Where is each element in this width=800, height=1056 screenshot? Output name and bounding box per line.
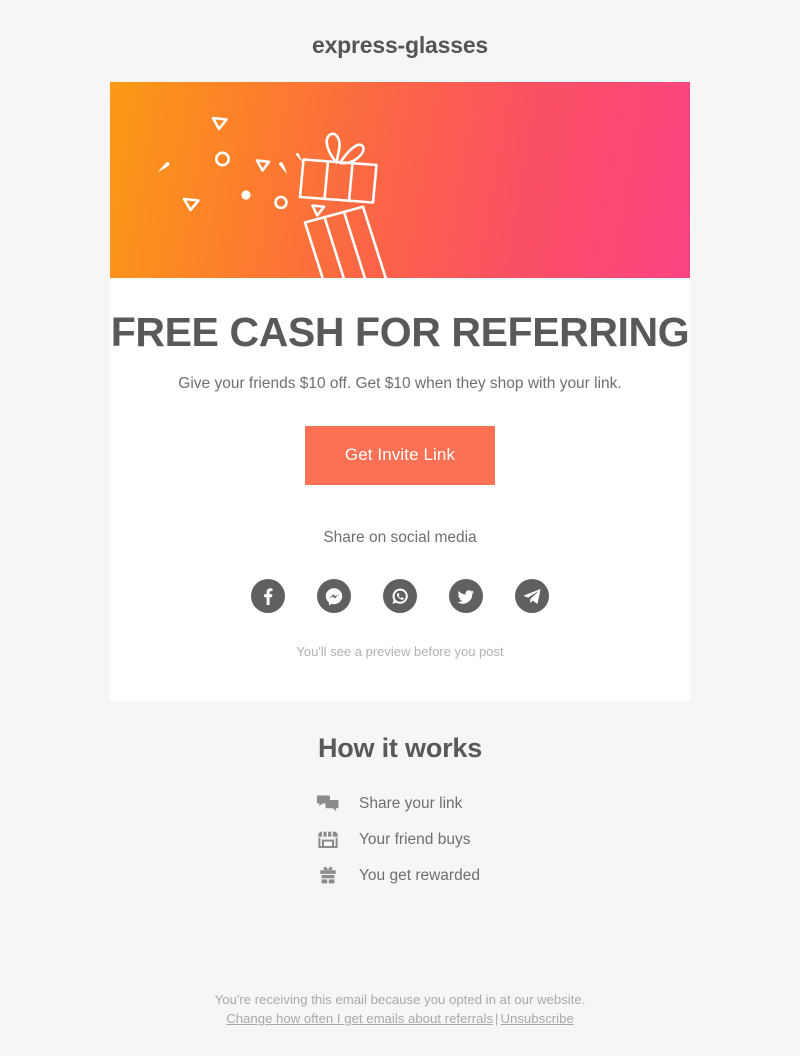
footer-links: Change how often I get emails about refe… (0, 1009, 800, 1028)
share-telegram-button[interactable] (515, 579, 549, 613)
cta-container: Get Invite Link (110, 395, 690, 485)
facebook-icon (264, 588, 273, 605)
gift-box-confetti-illustration (158, 116, 388, 278)
share-label: Share on social media (323, 529, 477, 546)
list-item: Your friend buys (313, 828, 470, 852)
get-invite-link-button[interactable]: Get Invite Link (304, 426, 496, 485)
brand-header: express-glasses (0, 0, 800, 60)
social-share-row (110, 549, 690, 613)
whatsapp-icon (392, 588, 408, 604)
share-facebook-button[interactable] (251, 579, 285, 613)
steps-list: Share your link Your friend buys You get… (110, 765, 690, 888)
email-page: express-glasses FREE CASH FOR REFERRING … (0, 0, 800, 1056)
headline: FREE CASH FOR REFERRING (110, 309, 690, 355)
email-preferences-link[interactable]: Change how often I get emails about refe… (226, 1011, 493, 1026)
step-label: You get rewarded (359, 867, 480, 884)
share-twitter-button[interactable] (449, 579, 483, 613)
step-label: Share your link (359, 795, 463, 812)
list-item: You get rewarded (313, 864, 480, 888)
telegram-icon (523, 589, 541, 604)
preview-note: You'll see a preview before you post (296, 644, 504, 659)
footer: You're receiving this email because you … (0, 990, 800, 1028)
subheadline: Give your friends $10 off. Get $10 when … (178, 375, 622, 392)
share-whatsapp-button[interactable] (383, 579, 417, 613)
footer-notice: You're receiving this email because you … (214, 992, 586, 1007)
step-label: Your friend buys (359, 831, 471, 848)
twitter-icon (457, 590, 474, 604)
hero-banner (110, 82, 690, 278)
list-item: Share your link (313, 792, 462, 816)
main-card: FREE CASH FOR REFERRING Give your friend… (110, 82, 690, 701)
unsubscribe-link[interactable]: Unsubscribe (500, 1011, 573, 1026)
how-it-works-title: How it works (317, 733, 483, 763)
gift-icon (313, 864, 343, 888)
page-title: express-glasses (311, 32, 488, 58)
how-it-works-section: How it works Share your link Your friend… (110, 701, 690, 888)
storefront-icon (313, 828, 343, 852)
chat-bubbles-icon (313, 792, 343, 816)
messenger-icon (325, 588, 343, 606)
share-messenger-button[interactable] (317, 579, 351, 613)
